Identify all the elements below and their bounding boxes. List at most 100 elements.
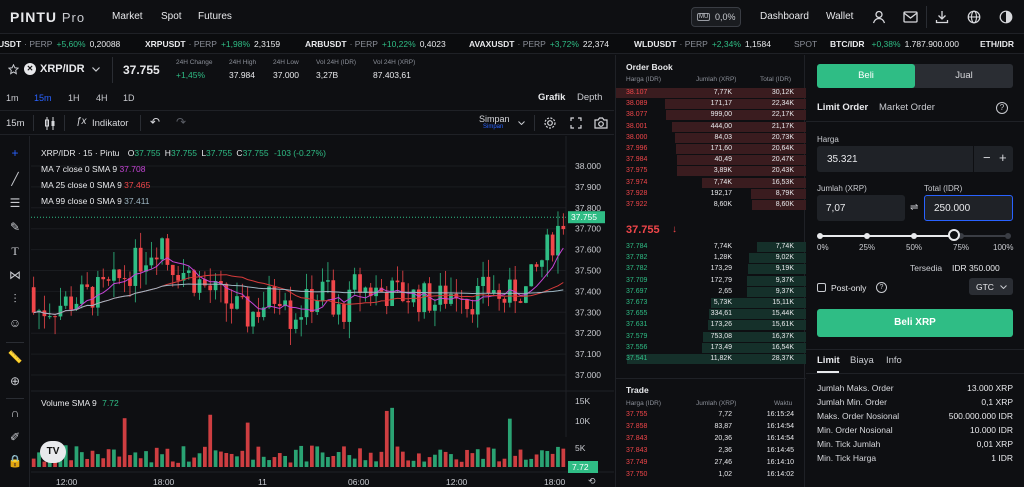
bid-row[interactable]: 37.782 1,28K 9,02K <box>616 253 806 264</box>
nav-dashboard[interactable]: Dashboard <box>760 11 809 22</box>
mail-icon[interactable] <box>903 11 918 23</box>
save-button[interactable]: Simpan <box>479 114 510 124</box>
ticker-item[interactable]: XRPUSDT · PERP +1,98% 2,3159 <box>145 34 280 53</box>
text-tool-icon[interactable]: T <box>6 244 24 260</box>
buy-tab[interactable]: Beli <box>817 64 915 88</box>
bid-row[interactable]: 37.655 334,61 15,44K <box>616 309 806 320</box>
indicator-button[interactable]: Indikator <box>92 118 128 129</box>
candle-type-icon[interactable] <box>44 117 56 130</box>
redo-icon[interactable]: ↷ <box>176 115 186 129</box>
trendline-icon[interactable]: ╱ <box>6 172 24 188</box>
tab-market-order[interactable]: Market Order <box>879 102 935 113</box>
magnet-icon[interactable]: ∩ <box>6 406 24 422</box>
ask-row[interactable]: 38.089 171,17 22,34K <box>616 99 806 110</box>
ticker-item[interactable]: BTC/IDR +0,38% 1.787.900.000 <box>830 34 959 53</box>
amount-slider-thumb[interactable] <box>948 229 960 241</box>
buy-xrp-button[interactable]: Beli XRP <box>817 309 1013 337</box>
ticker-item[interactable]: AVAXUSDT · PERP +3,72% 22,374 <box>469 34 609 53</box>
download-icon[interactable] <box>935 10 949 24</box>
theme-toggle-icon[interactable] <box>999 10 1013 24</box>
reset-icon[interactable]: ⟲ <box>588 476 596 486</box>
settings-icon[interactable] <box>543 116 557 130</box>
ruler-icon[interactable]: 📏 <box>6 350 24 366</box>
interval-select[interactable]: 15m <box>6 118 24 129</box>
bid-row[interactable]: 37.631 173,26 15,61K <box>616 320 806 331</box>
nav-spot[interactable]: Spot <box>161 11 182 22</box>
ask-row[interactable]: 38.107 7,77K 30,12K <box>616 88 806 99</box>
qty-input[interactable]: 7,07 <box>817 195 905 221</box>
ask-row[interactable]: 37.984 40,49 20,47K <box>616 155 806 166</box>
price-input[interactable]: 35.321 − + <box>817 146 1013 172</box>
tab-limit-order[interactable]: Limit Order <box>817 102 868 113</box>
tab-biaya[interactable]: Biaya <box>850 355 874 366</box>
chevron-down-icon[interactable] <box>92 67 100 72</box>
ask-row[interactable]: 37.974 7,74K 16,53K <box>616 177 806 189</box>
globe-icon[interactable] <box>967 10 981 24</box>
crosshair-icon[interactable]: + <box>6 146 24 162</box>
tab-timeframe-1H[interactable]: 1H <box>68 93 80 103</box>
tab-timeframe-1D[interactable]: 1D <box>123 93 135 103</box>
swap-icon[interactable]: ⇌ <box>910 202 918 213</box>
tab-timeframe-4H[interactable]: 4H <box>96 93 108 103</box>
bid-row[interactable]: 37.697 2,65 9,37K <box>616 286 806 298</box>
post-only-checkbox[interactable] <box>817 283 826 292</box>
time-in-force-select[interactable]: GTC <box>969 278 1013 295</box>
emoji-icon[interactable]: ☺ <box>6 316 24 332</box>
total-input[interactable]: 250.000 <box>924 195 1013 221</box>
ask-row[interactable]: 38.000 84,03 20,73K <box>616 132 806 144</box>
undo-icon[interactable]: ↶ <box>150 115 160 129</box>
lock-draw-icon[interactable]: ✐ <box>6 430 24 446</box>
ask-row[interactable]: 37.996 171,60 20,64K <box>616 144 806 155</box>
mu-indicator[interactable]: MU 0,0% <box>691 7 741 27</box>
fullscreen-icon[interactable] <box>570 117 582 129</box>
tab-chart[interactable]: Grafik <box>538 92 565 103</box>
pattern-icon[interactable]: ⋈ <box>6 268 24 284</box>
tab-timeframe-15m[interactable]: 15m <box>34 93 52 103</box>
camera-icon[interactable] <box>594 117 608 129</box>
price-decrement[interactable]: − <box>983 150 991 165</box>
bid-row[interactable]: 37.541 11,82K 28,37K <box>616 354 806 365</box>
bid-row[interactable]: 37.782 173,29 9,19K <box>616 264 806 275</box>
user-icon[interactable] <box>872 10 886 24</box>
logo[interactable]: PINTU Pro <box>10 9 85 25</box>
ask-row[interactable]: 38.001 444,00 21,17K <box>616 121 806 133</box>
bid-row[interactable]: 37.784 7,74K 7,74K <box>616 242 806 253</box>
slider-tick[interactable] <box>1005 233 1011 239</box>
tab-depth[interactable]: Depth <box>577 92 602 103</box>
slider-tick[interactable] <box>864 233 870 239</box>
bid-row[interactable]: 37.556 173,49 16,54K <box>616 342 806 354</box>
tab-limit[interactable]: Limit <box>817 355 840 366</box>
ask-row[interactable]: 38.077 999,00 22,17K <box>616 110 806 121</box>
ask-row[interactable]: 37.928 192,17 8,79K <box>616 188 806 200</box>
brush-icon[interactable]: ✎ <box>6 220 24 236</box>
indicator-icon[interactable]: ƒx <box>76 116 87 127</box>
price-increment[interactable]: + <box>999 150 1007 165</box>
zoom-in-icon[interactable]: ⊕ <box>6 374 24 390</box>
measure-icon[interactable]: ⫶ <box>6 292 24 308</box>
ask-row[interactable]: 37.922 8,60K 8,60K <box>616 200 806 211</box>
post-only-help-icon[interactable]: ? <box>876 282 887 293</box>
tradingview-logo[interactable]: TV <box>40 441 66 463</box>
ticker-item[interactable]: USDT · PERP +5,60% 0,20088 <box>0 34 120 53</box>
sell-tab[interactable]: Jual <box>915 64 1013 88</box>
lock-icon[interactable]: 🔒 <box>6 454 24 470</box>
star-icon[interactable] <box>8 64 19 75</box>
help-icon[interactable]: ? <box>996 102 1008 114</box>
tab-info[interactable]: Info <box>886 355 902 366</box>
bid-row[interactable]: 37.709 172,79 9,37K <box>616 275 806 287</box>
nav-market[interactable]: Market <box>112 11 143 22</box>
ticker-item[interactable]: SPOT <box>794 34 828 53</box>
horizontal-lines-icon[interactable]: ☰ <box>6 196 24 212</box>
bid-row[interactable]: 37.579 753,08 16,37K <box>616 331 806 343</box>
slider-tick[interactable] <box>817 233 823 239</box>
nav-wallet[interactable]: Wallet <box>826 11 853 22</box>
bid-row[interactable]: 37.673 5,73K 15,11K <box>616 298 806 309</box>
ask-row[interactable]: 37.975 3,89K 20,43K <box>616 166 806 177</box>
chevron-down-icon[interactable] <box>518 121 525 125</box>
ticker-item[interactable]: WLDUSDT · PERP +2,34% 1,1584 <box>634 34 771 53</box>
tab-timeframe-1m[interactable]: 1m <box>6 93 19 103</box>
ticker-item[interactable]: ETH/IDR <box>980 34 1024 53</box>
nav-futures[interactable]: Futures <box>198 11 232 22</box>
ticker-item[interactable]: ARBUSDT · PERP +10,22% 0,4023 <box>305 34 446 53</box>
slider-tick[interactable] <box>911 233 917 239</box>
